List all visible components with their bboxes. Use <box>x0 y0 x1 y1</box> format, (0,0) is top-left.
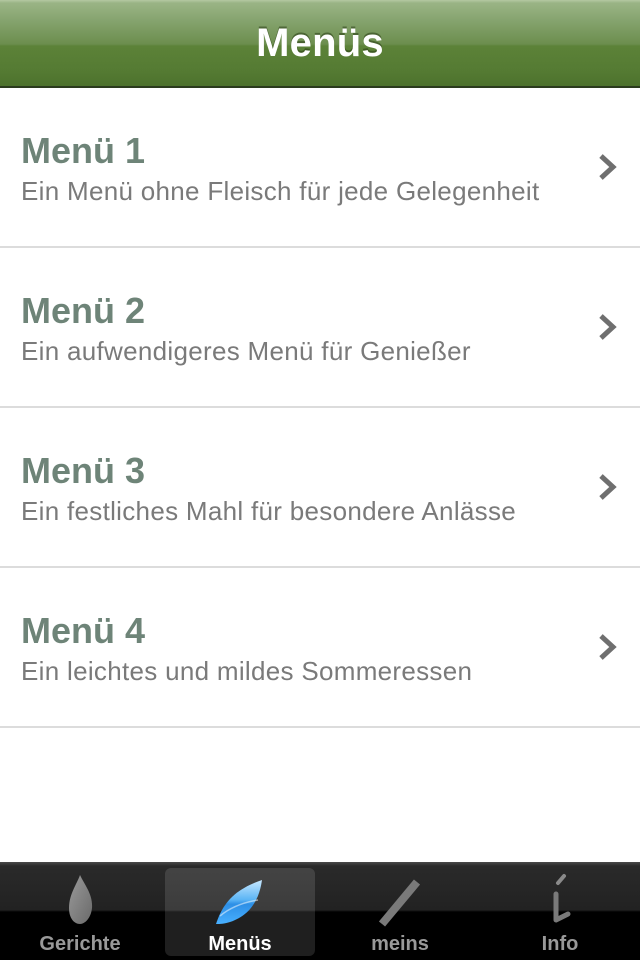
menu-title: Menü 4 <box>21 610 146 651</box>
menu-title: Menü 2 <box>21 290 146 331</box>
leaf-drop-icon <box>69 875 93 924</box>
chevron-right-icon <box>599 634 617 660</box>
pen-stroke-icon <box>378 879 421 927</box>
menu-list-item-4[interactable]: Menü 4 Ein leichtes und mildes Sommeress… <box>0 568 640 728</box>
menu-subtitle: Ein leichtes und mildes Sommeressen <box>21 656 473 686</box>
tab-gerichte[interactable]: Gerichte <box>0 862 160 960</box>
tab-label: Gerichte <box>39 933 121 955</box>
tab-meins[interactable]: meins <box>320 862 480 960</box>
tab-menus[interactable]: Menüs <box>160 862 320 960</box>
leaf-icon <box>216 880 262 924</box>
menu-title: Menü 1 <box>21 130 146 171</box>
menu-subtitle: Ein aufwendigeres Menü für Genießer <box>21 336 471 366</box>
tab-bar: Gerichte Menüs meins Info <box>0 862 640 960</box>
tab-label: Menüs <box>208 933 272 955</box>
chevron-right-icon <box>599 314 617 340</box>
info-icon <box>553 874 571 923</box>
menu-title: Menü 3 <box>21 450 146 491</box>
tab-label: meins <box>371 933 429 955</box>
tab-info[interactable]: Info <box>480 862 640 960</box>
chevron-right-icon <box>599 154 617 180</box>
navigation-bar: Menüs <box>0 0 640 88</box>
page-title: Menüs <box>256 20 384 65</box>
chevron-right-icon <box>599 474 617 500</box>
menu-list-item-2[interactable]: Menü 2 Ein aufwendigeres Menü für Genieß… <box>0 248 640 408</box>
menu-subtitle: Ein Menü ohne Fleisch für jede Gelegenhe… <box>21 176 540 206</box>
tab-label: Info <box>541 933 579 955</box>
menu-list: Menü 1 Ein Menü ohne Fleisch für jede Ge… <box>0 88 640 728</box>
menu-list-item-1[interactable]: Menü 1 Ein Menü ohne Fleisch für jede Ge… <box>0 88 640 248</box>
menu-subtitle: Ein festliches Mahl für besondere Anläss… <box>21 496 517 526</box>
menu-list-item-3[interactable]: Menü 3 Ein festliches Mahl für besondere… <box>0 408 640 568</box>
